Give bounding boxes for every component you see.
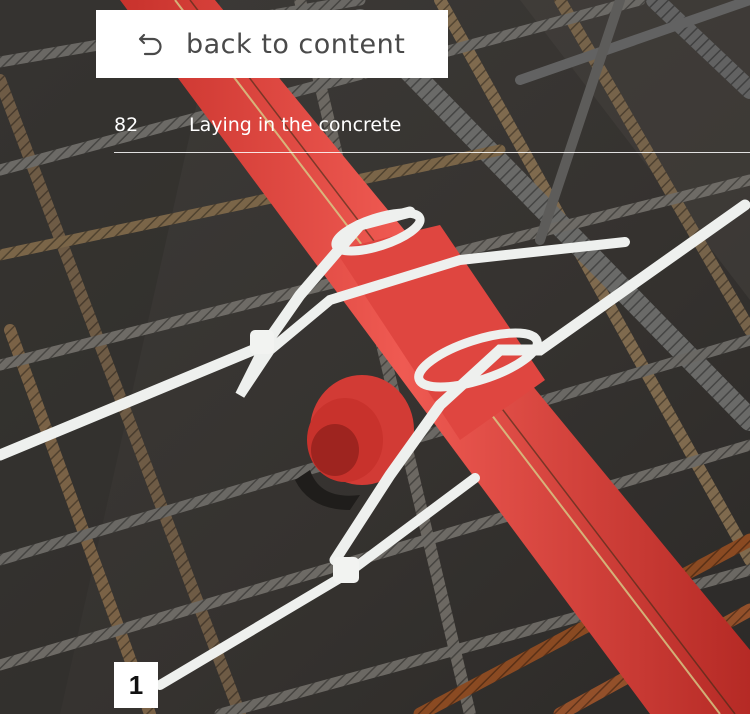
section-header: 82 Laying in the concrete [114, 112, 750, 153]
step-number-badge: 1 [114, 662, 158, 708]
back-to-content-button[interactable]: back to content [96, 10, 448, 78]
back-to-content-label: back to content [186, 28, 406, 60]
page-number: 82 [114, 114, 139, 136]
section-title: Laying in the concrete [189, 114, 402, 136]
concrete-pipe-photo [0, 0, 750, 714]
undo-arrow-icon [136, 29, 166, 59]
